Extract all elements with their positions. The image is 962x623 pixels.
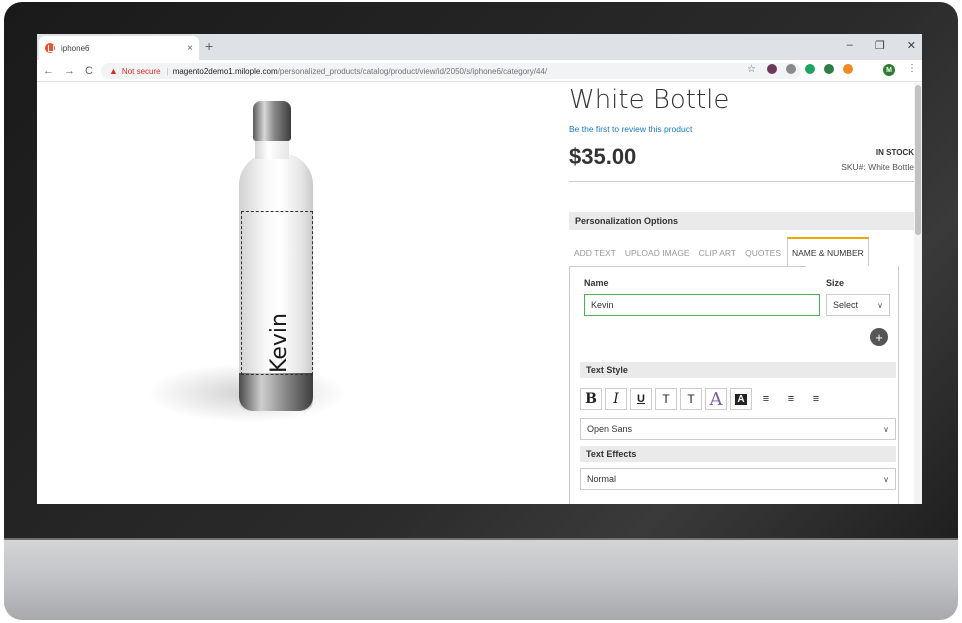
- back-button[interactable]: ←: [43, 65, 54, 77]
- restore-button[interactable]: ❐: [875, 39, 885, 52]
- forward-button[interactable]: →: [64, 65, 75, 77]
- omnibox-separator: |: [166, 66, 169, 76]
- page-scrollbar[interactable]: [914, 83, 922, 504]
- align-right-button[interactable]: ≡: [805, 388, 827, 410]
- extension-icons: [767, 64, 853, 74]
- price-row: $35.00 IN STOCK SKU#: White Bottle: [569, 138, 914, 182]
- size-select-value: Select: [833, 300, 859, 310]
- background-color-button[interactable]: A: [730, 388, 752, 410]
- review-link[interactable]: Be the first to review this product: [569, 124, 914, 134]
- personalized-text[interactable]: Kevin: [267, 313, 292, 373]
- bookmark-star-icon[interactable]: ☆: [747, 64, 756, 75]
- bottle-base: [239, 373, 313, 411]
- font-color-button[interactable]: A: [705, 388, 727, 410]
- italic-button[interactable]: I: [605, 388, 627, 410]
- product-preview: Kevin: [77, 83, 477, 463]
- text-style-toolbar: B I U T T A A ≡ ≡ ≡: [580, 388, 827, 410]
- url-path: /personalized_products/catalog/product/v…: [277, 66, 548, 76]
- font-select[interactable]: Open Sans ∨: [580, 418, 896, 440]
- name-label: Name: [584, 278, 609, 288]
- security-indicator[interactable]: Not secure: [122, 67, 161, 76]
- extension-icon[interactable]: [805, 64, 815, 74]
- monitor-chin: [4, 540, 958, 620]
- minimize-button[interactable]: –: [847, 39, 853, 52]
- scrollbar-thumb[interactable]: [915, 85, 921, 235]
- url-host: magento2demo1.milople.com: [172, 66, 278, 76]
- stock-status: IN STOCK: [875, 148, 914, 157]
- personalization-tabs: ADD TEXT UPLOAD IMAGE CLIP ART QUOTES NA…: [569, 234, 914, 266]
- browser-menu-icon[interactable]: ⋮: [907, 63, 917, 74]
- bottle-neck: [255, 139, 289, 159]
- warning-icon: ▲: [109, 66, 118, 76]
- font-size-decrease-button[interactable]: T: [655, 388, 677, 410]
- bottle-cap: [253, 101, 291, 141]
- text-style-header: Text Style: [580, 362, 896, 378]
- tab-clip-art[interactable]: CLIP ART: [694, 248, 740, 266]
- browser-toolbar: ← → C ▲ Not secure | magento2demo1.milop…: [37, 60, 922, 82]
- product-title: White Bottle: [569, 85, 730, 115]
- name-input[interactable]: Kevin: [584, 294, 820, 316]
- chevron-down-icon: ∨: [877, 300, 883, 310]
- align-left-button[interactable]: ≡: [755, 388, 777, 410]
- align-center-button[interactable]: ≡: [780, 388, 802, 410]
- font-select-value: Open Sans: [587, 424, 633, 434]
- extension-icon[interactable]: [767, 64, 777, 74]
- product-page: Kevin White Bottle Be the first to revie…: [37, 83, 922, 504]
- chevron-down-icon: ∨: [883, 474, 889, 484]
- tab-upload-image[interactable]: UPLOAD IMAGE: [620, 248, 694, 266]
- font-size-increase-button[interactable]: T: [680, 388, 702, 410]
- extension-icon[interactable]: [843, 64, 853, 74]
- tab-name-number[interactable]: NAME & NUMBER: [787, 237, 869, 266]
- tab-strip: iphone6 × + – ❐ ✕: [37, 34, 922, 60]
- sku-value: White Bottle: [868, 162, 914, 172]
- browser-tab[interactable]: iphone6 ×: [39, 36, 199, 60]
- reload-button[interactable]: C: [85, 65, 93, 77]
- browser-window: iphone6 × + – ❐ ✕ ← → C ▲ Not secure | m…: [37, 34, 922, 504]
- background-color-label: A: [735, 393, 747, 405]
- tab-close-icon[interactable]: ×: [187, 43, 193, 54]
- effect-select-value: Normal: [587, 474, 617, 484]
- bold-button[interactable]: B: [580, 388, 602, 410]
- product-info: White Bottle Be the first to review this…: [569, 83, 914, 504]
- new-tab-button[interactable]: +: [205, 38, 213, 54]
- close-window-button[interactable]: ✕: [907, 39, 916, 52]
- product-price: $35.00: [569, 144, 637, 169]
- underline-button[interactable]: U: [630, 388, 652, 410]
- sku: SKU#: White Bottle: [841, 162, 914, 172]
- magento-favicon-icon: [45, 43, 55, 53]
- personalization-header: Personalization Options: [569, 212, 914, 230]
- sku-label: SKU#:: [841, 162, 866, 172]
- name-number-panel: Name Size Kevin Select ∨ + Text Style B …: [569, 266, 899, 504]
- extension-icon[interactable]: [824, 64, 834, 74]
- monitor-frame: iphone6 × + – ❐ ✕ ← → C ▲ Not secure | m…: [0, 0, 962, 623]
- tab-title: iphone6: [61, 43, 90, 53]
- profile-avatar[interactable]: M: [883, 64, 895, 76]
- chevron-down-icon: ∨: [883, 424, 889, 434]
- window-controls: – ❐ ✕: [847, 39, 916, 52]
- size-label: Size: [826, 278, 845, 288]
- effect-select[interactable]: Normal ∨: [580, 468, 896, 490]
- add-name-button[interactable]: +: [870, 328, 888, 346]
- text-effects-header: Text Effects: [580, 446, 896, 462]
- extension-icon[interactable]: [786, 64, 796, 74]
- size-select[interactable]: Select ∨: [826, 294, 890, 316]
- tab-add-text[interactable]: ADD TEXT: [569, 248, 620, 266]
- tab-quotes[interactable]: QUOTES: [740, 248, 785, 266]
- address-bar[interactable]: ▲ Not secure | magento2demo1.milople.com…: [101, 63, 801, 79]
